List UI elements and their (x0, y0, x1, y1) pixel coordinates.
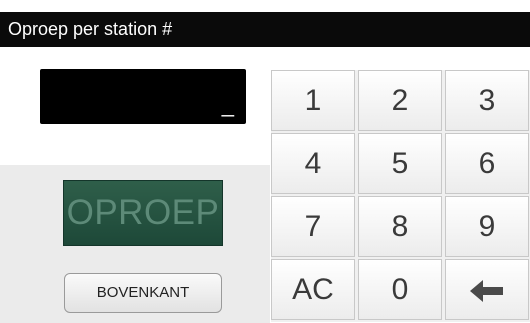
key-2[interactable]: 2 (358, 70, 442, 131)
arrow-left-icon (470, 280, 503, 303)
key-6[interactable]: 6 (445, 133, 529, 194)
key-5[interactable]: 5 (358, 133, 442, 194)
key-8[interactable]: 8 (358, 196, 442, 257)
backspace-button[interactable] (445, 259, 529, 320)
input-cursor: _ (221, 92, 234, 117)
call-button[interactable]: OPROEP (63, 180, 223, 246)
station-number-display: _ (40, 69, 246, 124)
page-title: Oproep per station # (8, 19, 173, 39)
title-bar: Oproep per station # (0, 12, 530, 47)
key-7[interactable]: 7 (271, 196, 355, 257)
numeric-keypad: 1 2 3 4 5 6 7 8 9 AC 0 (271, 70, 530, 322)
key-4[interactable]: 4 (271, 133, 355, 194)
key-clear[interactable]: AC (271, 259, 355, 320)
key-3[interactable]: 3 (445, 70, 529, 131)
key-1[interactable]: 1 (271, 70, 355, 131)
key-0[interactable]: 0 (358, 259, 442, 320)
key-9[interactable]: 9 (445, 196, 529, 257)
top-button[interactable]: BOVENKANT (64, 273, 222, 313)
